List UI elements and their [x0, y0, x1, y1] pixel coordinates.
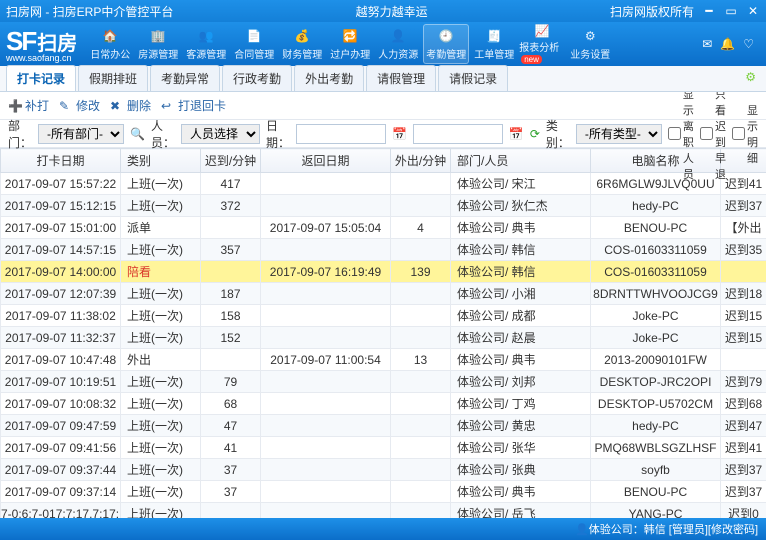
nav-users[interactable]: 👥客源管理 — [183, 24, 229, 64]
table-row[interactable]: 2017-09-07 15:57:22上班(一次)417体验公司/ 宋江6R6M… — [1, 173, 766, 195]
tool-pencil[interactable]: ✎修改 — [59, 97, 100, 114]
chart-icon: 📈 — [533, 24, 551, 38]
minimize-icon[interactable]: ━ — [702, 4, 716, 18]
date-label: 日期： — [266, 117, 290, 151]
col-header[interactable]: 迟到/分钟 — [201, 149, 261, 173]
dept-label: 部门： — [8, 117, 32, 151]
notify-icon[interactable]: 🔔 — [720, 37, 735, 51]
table-row[interactable]: 2017-09-07 09:37:44上班(一次)37体验公司/ 张典soyfb… — [1, 459, 766, 481]
type-select[interactable]: -所有类型- — [576, 124, 662, 144]
logo: SF扫房 www.saofang.cn — [6, 26, 77, 63]
table-row[interactable]: 2017-09-07 10:19:51上班(一次)79体验公司/ 刘邦DESKT… — [1, 371, 766, 393]
undo-icon: ↩ — [161, 99, 175, 113]
callout-icon[interactable]: ✉ — [702, 37, 712, 51]
heart-icon[interactable]: ♡ — [743, 37, 754, 51]
table-row[interactable]: 2017-09-07 11:38:02上班(一次)158体验公司/ 成都Joke… — [1, 305, 766, 327]
app-title: 扫房网 - 扫房ERP中介管控平台 — [6, 3, 173, 20]
tab-2[interactable]: 考勤异常 — [150, 65, 220, 91]
tab-6[interactable]: 请假记录 — [438, 65, 508, 91]
type-label: 类别： — [546, 117, 570, 151]
date-from-input[interactable] — [296, 124, 386, 144]
nav-transfer[interactable]: 🔁过户办理 — [327, 24, 373, 64]
nav-ticket[interactable]: 🧾工单管理 — [471, 24, 517, 64]
clock-icon: 🕘 — [437, 27, 455, 45]
tool-plus[interactable]: ➕补打 — [8, 97, 49, 114]
person-label: 人员： — [151, 117, 175, 151]
nav-clock[interactable]: 🕘考勤管理 — [423, 24, 469, 64]
cal-icon[interactable]: 📅 — [392, 127, 407, 141]
table-row[interactable]: 2017-09-07 09:41:56上班(一次)41体验公司/ 张华PMQ68… — [1, 437, 766, 459]
building-icon: 🏢 — [149, 27, 167, 45]
trash-icon: ✖ — [110, 99, 124, 113]
dept-select[interactable]: -所有部门- — [38, 124, 124, 144]
pencil-icon: ✎ — [59, 99, 73, 113]
tab-3[interactable]: 行政考勤 — [222, 65, 292, 91]
col-header[interactable]: 打卡日期 — [1, 149, 121, 173]
table-row[interactable]: 2017-09-07 09:47:59上班(一次)47体验公司/ 黄忠hedy-… — [1, 415, 766, 437]
contract-icon: 📄 — [245, 27, 263, 45]
money-icon: 💰 — [293, 27, 311, 45]
col-header[interactable]: 返回日期 — [261, 149, 391, 173]
attendance-table: 打卡日期类别迟到/分钟返回日期外出/分钟部门/人员电脑名称 2017-09-07… — [0, 148, 766, 518]
cal-icon[interactable]: 📅 — [509, 127, 524, 141]
chk-detail[interactable]: 显示明细 — [732, 102, 758, 166]
android-icon[interactable]: ⚙ — [745, 70, 756, 84]
copyright: 扫房网版权所有 — [610, 3, 694, 20]
user-icon: 👤 — [575, 523, 589, 536]
users-icon: 👥 — [197, 27, 215, 45]
gear-icon: ⚙ — [581, 27, 599, 45]
col-header[interactable]: 部门/人员 — [451, 149, 591, 173]
action-toolbar: ➕补打 ✎修改 ✖删除 ↩打退回卡 — [0, 92, 766, 120]
table-row[interactable]: 2017-09-07 10:47:48外出2017-09-07 11:00:54… — [1, 349, 766, 371]
ribbon-nav: SF扫房 www.saofang.cn 🏠日常办公🏢房源管理👥客源管理📄合同管理… — [0, 22, 766, 66]
nav-home[interactable]: 🏠日常办公 — [87, 24, 133, 64]
filter-bar: 部门： -所有部门- 🔍 人员： 人员选择 日期： 📅 📅 ⟳ 类别： -所有类… — [0, 120, 766, 148]
tool-undo[interactable]: ↩打退回卡 — [161, 97, 226, 114]
tab-0[interactable]: 打卡记录 — [6, 65, 76, 91]
nav-contract[interactable]: 📄合同管理 — [231, 24, 277, 64]
nav-chart[interactable]: 📈报表分析new — [519, 24, 565, 64]
table-row[interactable]: 2017-09-07 12:07:39上班(一次)187体验公司/ 小湘8DRN… — [1, 283, 766, 305]
nav-hr[interactable]: 👤人力资源 — [375, 24, 421, 64]
person-select[interactable]: 人员选择 — [181, 124, 260, 144]
chk-onlylate[interactable]: 只看迟到早退 — [700, 86, 726, 182]
ticket-icon: 🧾 — [485, 27, 503, 45]
subtab-bar: 打卡记录假期排班考勤异常行政考勤外出考勤请假管理请假记录 ⚙ — [0, 66, 766, 92]
tab-4[interactable]: 外出考勤 — [294, 65, 364, 91]
hr-icon: 👤 — [389, 27, 407, 45]
col-header[interactable]: 类别 — [121, 149, 201, 173]
col-header[interactable]: 外出/分钟 — [391, 149, 451, 173]
date-to-input[interactable] — [413, 124, 503, 144]
table-row[interactable]: 2017-09-07 14:00:00陪看2017-09-07 16:19:49… — [1, 261, 766, 283]
slogan: 越努力越幸运 — [179, 3, 604, 20]
window-titlebar: 扫房网 - 扫房ERP中介管控平台 越努力越幸运 扫房网版权所有 ━ ▭ ✕ — [0, 0, 766, 22]
nav-gear[interactable]: ⚙业务设置 — [567, 24, 613, 64]
tool-trash[interactable]: ✖删除 — [110, 97, 151, 114]
table-row[interactable]: 2017-09-07 15:01:00派单2017-09-07 15:05:04… — [1, 217, 766, 239]
refresh-icon[interactable]: ⟳ — [530, 127, 540, 141]
dept-search-icon[interactable]: 🔍 — [130, 127, 145, 141]
maximize-icon[interactable]: ▭ — [724, 4, 738, 18]
table-row[interactable]: 2017-09-07 09:37:14上班(一次)37体验公司/ 典韦BENOU… — [1, 481, 766, 503]
table-row[interactable]: 7-0:6:7-017:7:17.7:17:18上班(一次)体验公司/ 岳飞YA… — [1, 503, 766, 519]
table-row[interactable]: 2017-09-07 15:12:15上班(一次)372体验公司/ 狄仁杰hed… — [1, 195, 766, 217]
tab-1[interactable]: 假期排班 — [78, 65, 148, 91]
data-table-wrap[interactable]: 打卡日期类别迟到/分钟返回日期外出/分钟部门/人员电脑名称 2017-09-07… — [0, 148, 766, 518]
nav-money[interactable]: 💰财务管理 — [279, 24, 325, 64]
table-row[interactable]: 2017-09-07 11:32:37上班(一次)152体验公司/ 赵晨Joke… — [1, 327, 766, 349]
status-bar: 👤 体验公司：韩信 [管理员][修改密码] — [0, 518, 766, 540]
table-row[interactable]: 2017-09-07 14:57:15上班(一次)357体验公司/ 韩信COS-… — [1, 239, 766, 261]
close-icon[interactable]: ✕ — [746, 4, 760, 18]
nav-building[interactable]: 🏢房源管理 — [135, 24, 181, 64]
tab-5[interactable]: 请假管理 — [366, 65, 436, 91]
status-text: 体验公司：韩信 [管理员][修改密码] — [589, 521, 758, 537]
table-row[interactable]: 2017-09-07 10:08:32上班(一次)68体验公司/ 丁鸡DESKT… — [1, 393, 766, 415]
plus-icon: ➕ — [8, 99, 22, 113]
home-icon: 🏠 — [101, 27, 119, 45]
transfer-icon: 🔁 — [341, 27, 359, 45]
